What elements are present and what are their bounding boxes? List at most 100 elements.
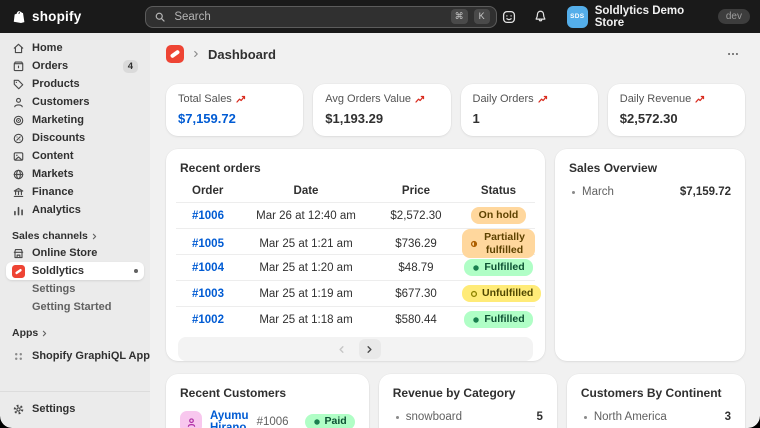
sidebar-item-shopify-graphiql-app[interactable]: Shopify GraphiQL App: [6, 347, 150, 365]
list-item-value: $7,159.72: [679, 186, 731, 198]
recent-customers-card: Recent Customers Ayumu Hirano #1006 Paid: [166, 374, 369, 428]
order-link[interactable]: #1003: [192, 288, 224, 300]
status-badge-label: Fulfilled: [484, 260, 525, 273]
next-page-button[interactable]: [358, 339, 381, 359]
customer-name-link[interactable]: Ayumu Hirano: [210, 410, 249, 428]
sidebar-item-settings[interactable]: Settings: [6, 280, 144, 298]
column-header-date: Date: [293, 184, 319, 197]
store-name: Soldlytics Demo Store: [594, 4, 685, 29]
column-header-order: Order: [192, 184, 224, 197]
status-cell: Fulfilled: [462, 311, 535, 328]
sidebar-item-label: Marketing: [32, 114, 84, 126]
sidebar-item-discounts[interactable]: Discounts: [6, 129, 144, 147]
gear-icon: [12, 403, 25, 416]
more-actions-button[interactable]: [722, 45, 744, 63]
metric-label-text: Daily Revenue: [619, 93, 692, 105]
discounts-icon: [12, 132, 25, 145]
chart-increasing-icon: [695, 94, 705, 104]
date-cell: Mar 25 at 1:21 am: [259, 237, 353, 250]
status-filled-circle-icon: [313, 418, 321, 426]
customers-by-continent-title: Customers By Continent: [580, 386, 722, 400]
sales-overview-list: March $7,159.72: [569, 186, 731, 198]
metric-value[interactable]: $7,159.72: [178, 111, 291, 126]
order-cell: #1003: [176, 288, 242, 300]
notifications-bell-button[interactable]: [528, 5, 553, 29]
markets-icon: [12, 168, 25, 181]
sidebar-item-online-store[interactable]: Online Store: [6, 244, 144, 262]
sidebar-item-label: Soldlytics: [32, 265, 84, 277]
list-item-label: March: [582, 186, 614, 198]
sidebar-item-home[interactable]: Home: [6, 39, 144, 57]
sidebar-item-settings[interactable]: Settings: [6, 400, 144, 418]
metric-cards-row: Total Sales $7,159.72 Avg Orders Value $1,1…: [166, 84, 745, 136]
sidebar-sales-channels-nav: Online Store Soldlytics Settings Getting St…: [0, 244, 150, 316]
metric-value: $2,572.30: [619, 111, 678, 126]
order-link[interactable]: #1002: [192, 314, 224, 326]
table-row: #1002 Mar 25 at 1:18 am $580.44 Fulfilled: [176, 306, 535, 332]
revenue-by-category-card: Revenue by Category snowboard5accessorie…: [378, 374, 557, 428]
order-link[interactable]: #1006: [192, 210, 224, 222]
sidebar-item-marketing[interactable]: Marketing: [6, 111, 144, 129]
metric-label: Avg Orders Value: [325, 93, 438, 105]
list-item: snowboard 5: [393, 411, 543, 423]
global-search[interactable]: ⌘ K: [145, 5, 497, 28]
order-cell: #1005: [176, 238, 242, 250]
sidebar-section-apps[interactable]: Apps: [0, 325, 150, 341]
revenue-by-category-title: Revenue by Category: [392, 386, 516, 400]
date-cell: Mar 26 at 12:40 am: [256, 209, 356, 222]
customer-avatar: [180, 411, 202, 428]
bullet-icon: [572, 190, 575, 194]
products-icon: [12, 78, 25, 91]
sidebar: Home Orders 4 Products Customers Marketing Dis…: [0, 33, 150, 428]
sidebar-item-orders[interactable]: Orders 4: [6, 57, 144, 75]
sidekick-button[interactable]: [497, 5, 522, 29]
sidebar-item-label: Products: [32, 78, 80, 90]
chevron-right-icon: [40, 329, 49, 338]
status-badge: Unfulfilled: [462, 285, 542, 302]
sidebar-item-customers[interactable]: Customers: [6, 93, 144, 111]
sidebar-item-finance[interactable]: Finance: [6, 183, 144, 201]
orders-table-body: #1006 Mar 26 at 12:40 am $2,572.30 On hold #…: [176, 202, 542, 332]
previous-page-button[interactable]: [331, 339, 353, 359]
price-cell: $580.44: [395, 313, 437, 326]
list-item-value: 3: [724, 411, 731, 423]
status-cell: Unfulfilled: [462, 285, 542, 302]
metric-card-avg-orders-value: Avg Orders Value $1,193.29: [313, 84, 451, 136]
metric-label-text: Avg Orders Value: [325, 93, 412, 105]
bullet-icon: [395, 415, 399, 419]
sidebar-item-label: Analytics: [32, 204, 81, 216]
search-input[interactable]: [172, 9, 445, 24]
sidebar-item-products[interactable]: Products: [6, 75, 144, 93]
sidebar-item-getting-started[interactable]: Getting Started: [6, 298, 144, 316]
status-badge-label: Paid: [324, 415, 347, 428]
topbar-right: SDS Soldlytics Demo Store dev: [497, 5, 760, 29]
recent-orders-card: Recent orders Order Date Price Status #1006…: [166, 149, 545, 361]
sidebar-section-sales-channels[interactable]: Sales channels: [0, 228, 150, 244]
count-badge: 4: [122, 59, 138, 73]
env-badge: dev: [717, 9, 750, 24]
sidebar-item-markets[interactable]: Markets: [6, 165, 144, 183]
sidebar-item-soldlytics[interactable]: Soldlytics: [6, 262, 144, 280]
account-menu[interactable]: SDS Soldlytics Demo Store dev: [566, 4, 750, 29]
status-badge-label: Fulfilled: [484, 312, 525, 325]
metric-card-daily-orders: Daily Orders 1: [460, 84, 598, 136]
content-icon: [12, 150, 25, 163]
page-title: Dashboard: [208, 46, 276, 62]
status-cell: Partially fulfilled: [462, 229, 535, 259]
sidebar-item-content[interactable]: Content: [6, 147, 144, 165]
customer-row: Ayumu Hirano #1006 Paid: [180, 410, 355, 428]
recent-customers-title: Recent Customers: [180, 386, 287, 400]
sidebar-main-nav: Home Orders 4 Products Customers Marketing Dis…: [0, 39, 150, 219]
order-cell: #1006: [176, 210, 242, 222]
list-item-label: North America: [593, 411, 667, 423]
status-badge: Partially fulfilled: [462, 229, 535, 259]
order-link[interactable]: #1004: [192, 262, 224, 274]
sidebar-item-label: Discounts: [32, 132, 86, 144]
settings-label: Settings: [32, 403, 76, 415]
order-link[interactable]: #1005: [192, 238, 224, 250]
table-row: #1003 Mar 25 at 1:19 am $677.30 Unfulfilled: [176, 280, 542, 306]
sidebar-item-analytics[interactable]: Analytics: [6, 201, 144, 219]
kbd-k: K: [473, 9, 490, 24]
date-cell: Mar 25 at 1:19 am: [259, 287, 353, 300]
date-cell: Mar 25 at 1:20 am: [259, 261, 353, 274]
